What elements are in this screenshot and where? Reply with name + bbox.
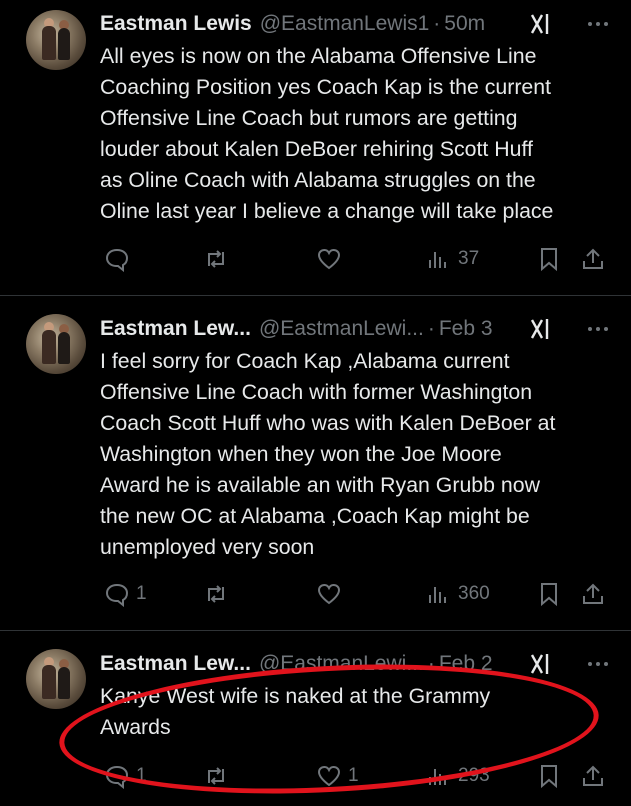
author-handle[interactable]: @EastmanLewis1 xyxy=(260,12,430,36)
timestamp[interactable]: 50m xyxy=(444,12,485,36)
like-count: 1 xyxy=(348,765,359,786)
tweet-text: Kanye West wife is naked at the Grammy A… xyxy=(100,684,491,739)
author-handle[interactable]: @EastmanLewi... xyxy=(259,652,424,676)
more-dots-icon[interactable] xyxy=(585,651,611,677)
author-handle[interactable]: @EastmanLewi... xyxy=(259,317,424,341)
author-name[interactable]: Eastman Lew... xyxy=(100,317,251,341)
heart-icon xyxy=(317,583,341,605)
bar-chart-icon xyxy=(429,252,446,268)
repost-arrows-icon xyxy=(208,767,224,785)
heart-icon xyxy=(317,765,341,787)
more-dots-icon[interactable] xyxy=(585,11,611,37)
like-button[interactable] xyxy=(316,246,342,272)
share-upload-icon xyxy=(583,583,603,604)
avatar[interactable] xyxy=(26,314,86,374)
bookmark-button[interactable] xyxy=(536,581,562,607)
share-upload-icon xyxy=(583,248,603,269)
repost-button[interactable] xyxy=(203,581,229,607)
view-count: 37 xyxy=(458,248,480,269)
reply-count: 1 xyxy=(136,765,147,786)
share-button[interactable] xyxy=(580,246,606,272)
separator-dot: · xyxy=(427,652,435,675)
tweet[interactable]: Eastman Lew... @EastmanLewi... · Feb 3 I… xyxy=(0,296,631,630)
repost-button[interactable] xyxy=(203,246,229,272)
reply-count: 1 xyxy=(136,583,147,604)
share-upload-icon xyxy=(583,765,603,786)
avatar[interactable] xyxy=(26,10,86,70)
speech-bubble-icon xyxy=(105,765,129,789)
bookmark-icon xyxy=(541,248,557,272)
timestamp[interactable]: Feb 3 xyxy=(439,317,493,341)
repost-arrows-icon xyxy=(208,250,224,268)
tweet-text: All eyes is now on the Alabama Offensive… xyxy=(100,44,554,223)
bar-chart-icon xyxy=(429,769,446,785)
like-button[interactable] xyxy=(316,581,342,607)
speech-bubble-icon xyxy=(105,583,129,607)
view-count: 293 xyxy=(458,765,490,786)
grok-icon[interactable] xyxy=(529,316,555,342)
views-button[interactable]: 360 xyxy=(426,581,490,607)
share-button[interactable] xyxy=(580,581,606,607)
separator-dot: · xyxy=(427,317,435,340)
bookmark-button[interactable] xyxy=(536,246,562,272)
avatar[interactable] xyxy=(26,649,86,709)
tweet[interactable]: Eastman Lew... @EastmanLewi... · Feb 2 K… xyxy=(0,631,631,800)
reply-button[interactable] xyxy=(104,246,136,272)
reply-button[interactable]: 1 xyxy=(104,763,147,789)
views-button[interactable]: 293 xyxy=(426,763,490,789)
views-button[interactable]: 37 xyxy=(426,246,479,272)
timestamp[interactable]: Feb 2 xyxy=(439,652,493,676)
author-name[interactable]: Eastman Lew... xyxy=(100,652,251,676)
tweet[interactable]: Eastman Lewis @EastmanLewis1 · 50m All e… xyxy=(0,0,631,295)
bar-chart-icon xyxy=(429,587,446,603)
bookmark-icon xyxy=(541,583,557,607)
bookmark-icon xyxy=(541,765,557,789)
author-name[interactable]: Eastman Lewis xyxy=(100,12,252,36)
grok-icon[interactable] xyxy=(529,651,555,677)
separator-dot: · xyxy=(433,12,441,35)
view-count: 360 xyxy=(458,583,490,604)
tweet-text: I feel sorry for Coach Kap ,Alabama curr… xyxy=(100,349,556,559)
heart-icon xyxy=(317,248,341,270)
like-button[interactable]: 1 xyxy=(316,763,359,789)
bookmark-button[interactable] xyxy=(536,763,562,789)
repost-arrows-icon xyxy=(208,585,224,603)
reply-button[interactable]: 1 xyxy=(104,581,147,607)
more-dots-icon[interactable] xyxy=(585,316,611,342)
speech-bubble-icon xyxy=(105,248,129,272)
share-button[interactable] xyxy=(580,763,606,789)
grok-icon[interactable] xyxy=(529,11,555,37)
repost-button[interactable] xyxy=(203,763,229,789)
